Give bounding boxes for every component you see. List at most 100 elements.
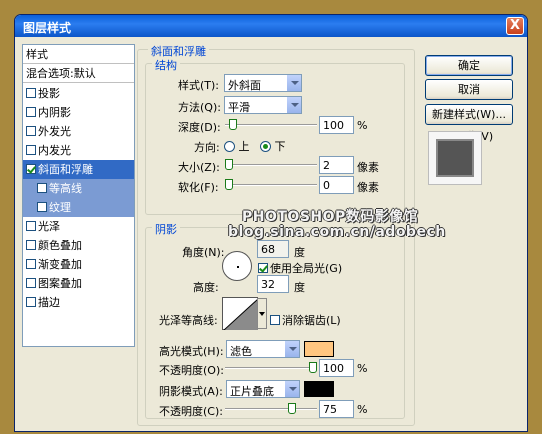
shadow-mode-select[interactable]: 正片叠底: [226, 380, 300, 398]
chevron-down-icon[interactable]: [257, 298, 267, 329]
shadow-color-swatch[interactable]: [304, 381, 334, 397]
antialias-checkbox[interactable]: [270, 315, 280, 325]
slider-thumb[interactable]: [309, 362, 317, 373]
checkbox[interactable]: [37, 183, 47, 193]
shading-title: 阴影: [152, 221, 180, 237]
style-item-inner-shadow[interactable]: 内阴影: [23, 103, 134, 122]
contour-curve-icon: [224, 299, 258, 330]
highlight-mode-label: 高光模式(H):: [159, 345, 224, 358]
angle-field[interactable]: 68: [257, 240, 289, 258]
checkbox[interactable]: [37, 202, 47, 212]
chevron-down-icon[interactable]: [286, 75, 301, 91]
ok-button[interactable]: 确定: [425, 55, 513, 76]
direction-label: 方向:: [194, 141, 220, 154]
style-item-inner-glow[interactable]: 内发光: [23, 141, 134, 160]
style-item-contour[interactable]: 等高线: [23, 179, 134, 198]
altitude-field[interactable]: 32: [257, 275, 289, 293]
preview-swatch: [436, 139, 474, 177]
checkbox[interactable]: [26, 88, 36, 98]
radio-up[interactable]: [224, 141, 235, 152]
antialias-option[interactable]: 消除锯齿(L): [270, 312, 341, 328]
shadow-opacity-slider[interactable]: [225, 403, 317, 415]
checkbox[interactable]: [26, 145, 36, 155]
checkbox[interactable]: [26, 297, 36, 307]
slider-thumb[interactable]: [229, 119, 237, 130]
style-item-label: 描边: [38, 296, 60, 309]
method-select-value: 平滑: [228, 101, 250, 114]
altitude-label: 高度:: [193, 281, 219, 294]
angle-unit: 度: [294, 246, 305, 259]
style-item-label: 颜色叠加: [38, 239, 82, 252]
style-item-satin[interactable]: 光泽: [23, 217, 134, 236]
highlight-mode-value: 滤色: [230, 345, 252, 358]
style-item-label: 外发光: [38, 125, 71, 138]
soften-unit: 像素: [357, 181, 379, 194]
close-button[interactable]: X: [506, 17, 524, 35]
depth-label: 深度(D):: [178, 121, 221, 134]
shadow-opacity-unit: %: [357, 403, 368, 416]
chevron-down-icon[interactable]: [284, 341, 299, 357]
angle-dial[interactable]: [222, 251, 252, 281]
chevron-down-icon[interactable]: [284, 381, 299, 397]
highlight-opacity-field[interactable]: 100: [319, 359, 354, 377]
shadow-opacity-field[interactable]: 75: [319, 400, 354, 418]
style-item-color-overlay[interactable]: 颜色叠加: [23, 236, 134, 255]
style-item-label: 斜面和浮雕: [38, 163, 93, 176]
slider-track: [225, 408, 317, 410]
style-item-stroke[interactable]: 描边: [23, 293, 134, 312]
soften-slider[interactable]: [225, 179, 317, 191]
structure-title: 结构: [152, 57, 180, 73]
style-list: 样式 混合选项:默认 投影 内阴影 外发光 内发光 斜面和浮雕 等高线 纹理 光…: [22, 44, 135, 347]
style-item-texture[interactable]: 纹理: [23, 198, 134, 217]
highlight-color-swatch[interactable]: [304, 341, 334, 357]
dialog-title: 图层样式: [23, 21, 72, 35]
checkbox[interactable]: [26, 126, 36, 136]
checkbox[interactable]: [26, 107, 36, 117]
soften-field[interactable]: 0: [319, 176, 354, 194]
style-label: 样式(T):: [178, 79, 220, 92]
slider-thumb[interactable]: [225, 159, 233, 170]
checkbox[interactable]: [26, 278, 36, 288]
global-light-checkbox[interactable]: [258, 263, 268, 273]
style-item-label: 投影: [38, 87, 60, 100]
size-slider[interactable]: [225, 159, 317, 171]
style-item-pattern-overlay[interactable]: 图案叠加: [23, 274, 134, 293]
slider-thumb[interactable]: [288, 403, 296, 414]
depth-slider[interactable]: [225, 119, 317, 131]
method-select[interactable]: 平滑: [224, 96, 302, 114]
altitude-unit: 度: [294, 281, 305, 294]
style-item-gradient-overlay[interactable]: 渐变叠加: [23, 255, 134, 274]
style-select-value: 外斜面: [228, 79, 261, 92]
style-item-label: 内发光: [38, 144, 71, 157]
style-item-label: 光泽: [38, 220, 60, 233]
style-item-label: 渐变叠加: [38, 258, 82, 271]
global-light-option[interactable]: 使用全局光(G): [258, 260, 342, 276]
highlight-mode-select[interactable]: 滤色: [226, 340, 300, 358]
checkbox[interactable]: [26, 240, 36, 250]
checkbox[interactable]: [26, 221, 36, 231]
gloss-contour-picker[interactable]: [222, 297, 267, 330]
blending-options-item[interactable]: 混合选项:默认: [23, 64, 134, 83]
depth-field[interactable]: 100: [319, 116, 354, 134]
cancel-button[interactable]: 取消: [425, 79, 513, 100]
highlight-opacity-slider[interactable]: [225, 362, 317, 374]
chevron-down-icon[interactable]: [286, 97, 301, 113]
checkbox[interactable]: [26, 259, 36, 269]
new-style-button[interactable]: 新建样式(W)...: [425, 104, 513, 125]
direction-up-option[interactable]: 上: [224, 138, 250, 154]
direction-down-option[interactable]: 下: [260, 138, 286, 154]
style-list-header[interactable]: 样式: [23, 45, 134, 64]
style-item-drop-shadow[interactable]: 投影: [23, 84, 134, 103]
slider-thumb[interactable]: [225, 179, 233, 190]
style-item-bevel-emboss[interactable]: 斜面和浮雕: [23, 160, 134, 179]
title-bar[interactable]: 图层样式 X: [15, 15, 527, 37]
style-select[interactable]: 外斜面: [224, 74, 302, 92]
slider-track: [225, 367, 317, 369]
size-field[interactable]: 2: [319, 156, 354, 174]
checkbox[interactable]: [26, 164, 36, 174]
radio-down[interactable]: [260, 141, 271, 152]
slider-track: [225, 164, 317, 166]
depth-unit: %: [357, 119, 368, 132]
method-label: 方法(Q):: [178, 101, 221, 114]
style-item-outer-glow[interactable]: 外发光: [23, 122, 134, 141]
